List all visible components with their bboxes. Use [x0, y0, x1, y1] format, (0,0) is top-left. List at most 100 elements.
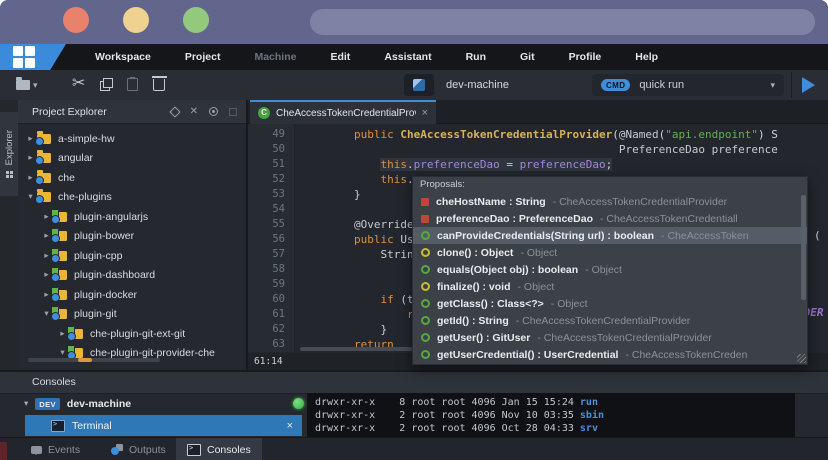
run-command-button[interactable] — [802, 77, 815, 93]
close-tab-icon[interactable]: × — [422, 108, 428, 119]
machine-selector-button[interactable] — [404, 74, 434, 96]
tree-item-plugin-git[interactable]: ▾plugin-git — [18, 305, 246, 325]
proposal-equals[interactable]: equals(Object obj) : boolean- Object — [413, 261, 807, 278]
tree-item-plugin-cpp[interactable]: ▸plugin-cpp — [18, 246, 246, 266]
proposal-context: - Object — [585, 264, 622, 276]
proposal-context: - CheAccessTokenCreden — [625, 349, 747, 361]
menu-run[interactable]: Run — [449, 51, 503, 63]
tab-outputs[interactable]: Outputs — [100, 438, 177, 460]
tree-item-che-plugin-git-ext-git[interactable]: ▸che-plugin-git-ext-git — [18, 324, 246, 344]
proposal-context: - Object — [518, 281, 555, 293]
cmd-badge: CMD — [601, 79, 630, 91]
line-number: 54 — [272, 202, 285, 217]
editor-tab-cheaccesstokencredentialprovider[interactable]: C CheAccessTokenCredentialProvider × — [250, 100, 436, 124]
go-into-icon[interactable] — [169, 106, 180, 117]
tree-item-label: che — [58, 172, 75, 184]
code-token — [301, 173, 380, 186]
menu-edit[interactable]: Edit — [313, 51, 367, 63]
tree-horizontal-scrollbar[interactable] — [28, 358, 160, 362]
menu-profile[interactable]: Profile — [552, 51, 619, 63]
project-badge-icon — [51, 215, 60, 224]
command-selector[interactable]: CMD quick run ▾ — [592, 74, 784, 96]
tree-item-angular[interactable]: ▸angular — [18, 149, 246, 169]
machine-tree-row[interactable]: ▾ DEV dev-machine — [18, 394, 131, 414]
terminal-output[interactable]: drwxr-xr-x 8 root root 4096 Jan 15 15:24… — [307, 393, 795, 438]
code-token: this — [380, 173, 407, 186]
proposal-getclass[interactable]: getClass() : Class<?>- Object — [413, 295, 807, 312]
project-badge-icon — [35, 195, 44, 204]
tree-item-plugin-angularjs[interactable]: ▸plugin-angularjs — [18, 207, 246, 227]
new-project-button[interactable]: ▾ — [12, 74, 56, 96]
method-icon — [421, 282, 430, 291]
code-token: @Override — [354, 218, 414, 231]
popup-scrollbar[interactable] — [801, 195, 806, 300]
refresh-icon[interactable] — [209, 107, 218, 116]
cut-icon[interactable]: ✂ — [72, 73, 85, 92]
chevron-down-icon[interactable]: ▾ — [770, 81, 775, 90]
module-folder-icon — [53, 290, 67, 300]
address-bar[interactable] — [310, 9, 815, 35]
proposal-context: - CheAccessTokenCredentiall — [600, 213, 738, 225]
tree-item-plugin-docker[interactable]: ▸plugin-docker — [18, 285, 246, 305]
close-terminal-icon[interactable]: × — [287, 420, 293, 432]
menu-git[interactable]: Git — [503, 51, 552, 63]
menu-machine[interactable]: Machine — [237, 51, 313, 63]
proposal-clone[interactable]: clone() : Object- Object — [413, 244, 807, 261]
explorer-vertical-tab[interactable]: Explorer — [0, 112, 18, 196]
minimize-panel-icon[interactable] — [229, 108, 237, 116]
proposal-label: finalize() : void — [437, 281, 511, 293]
che-logo-icon — [0, 44, 66, 70]
code-token: this — [380, 158, 407, 171]
chevron-down-icon[interactable]: ▾ — [24, 399, 28, 409]
line-number: 61 — [272, 307, 285, 322]
tree-item-plugin-bower[interactable]: ▸plugin-bower — [18, 227, 246, 247]
line-number-gutter: 495051525354555657585960616263 — [248, 124, 295, 352]
project-folder-icon — [37, 173, 51, 183]
proposal-canprovidecredentials[interactable]: canProvideCredentials(String url) : bool… — [413, 227, 807, 244]
delete-icon[interactable] — [153, 79, 165, 91]
popup-resize-grip[interactable] — [797, 354, 806, 363]
proposal-chehostname[interactable]: cheHostName : String- CheAccessTokenCred… — [413, 193, 807, 210]
line-number: 59 — [272, 277, 285, 292]
window-minimize-button[interactable] — [123, 7, 149, 33]
tree-item-label: plugin-dashboard — [74, 269, 155, 281]
tab-consoles[interactable]: Consoles — [176, 438, 262, 460]
window-close-button[interactable] — [63, 7, 89, 33]
terminal-tree-row-selected[interactable]: Terminal × — [25, 415, 302, 436]
tab-events[interactable]: Events — [20, 438, 91, 460]
method-icon — [421, 350, 430, 359]
menu-workspace[interactable]: Workspace — [78, 51, 168, 63]
proposal-context: - Object — [551, 298, 588, 310]
module-folder-icon — [53, 231, 67, 241]
line-number: 57 — [272, 247, 285, 262]
code-token: = — [500, 158, 520, 171]
menu-help[interactable]: Help — [618, 51, 675, 63]
collapse-all-icon[interactable]: ✕ — [190, 107, 198, 117]
machine-name[interactable]: dev-machine — [446, 74, 509, 96]
tree-item-label: che-plugins — [58, 191, 112, 203]
tree-item-plugin-dashboard[interactable]: ▸plugin-dashboard — [18, 266, 246, 286]
proposal-finalize[interactable]: finalize() : void - Object — [413, 278, 807, 295]
tree-item-che[interactable]: ▸che — [18, 168, 246, 188]
window-zoom-button[interactable] — [183, 7, 209, 33]
code-token: CheAccessTokenCredentialProvider — [400, 128, 612, 141]
tree-item-a-simple-hw[interactable]: ▸a-simple-hw — [18, 129, 246, 149]
accent-marker — [0, 442, 7, 460]
project-badge-icon — [51, 293, 60, 302]
tree-item-che-plugins[interactable]: ▾che-plugins — [18, 188, 246, 208]
proposal-preferencedao[interactable]: preferenceDao : PreferenceDao- CheAccess… — [413, 210, 807, 227]
proposal-getid[interactable]: getId() : String- CheAccessTokenCredenti… — [413, 312, 807, 329]
copy-icon[interactable] — [100, 78, 113, 91]
code-overflow-fragment-2: ( — [814, 229, 821, 242]
logo-grid-icon — [13, 46, 36, 68]
project-folder-icon — [37, 134, 51, 144]
outputs-icon — [111, 444, 123, 455]
proposal-getuser[interactable]: getUser() : GitUser- CheAccessTokenCrede… — [413, 329, 807, 346]
menu-project[interactable]: Project — [168, 51, 238, 63]
editor-tabbar: C CheAccessTokenCredentialProvider × — [248, 100, 828, 124]
menu-assistant[interactable]: Assistant — [367, 51, 448, 63]
project-badge-icon — [51, 234, 60, 243]
proposal-context: - CheAccessTokenCredentialProvider — [516, 315, 691, 327]
proposal-getusercredential[interactable]: getUserCredential() : UserCredential- Ch… — [413, 346, 807, 363]
che-ide-window: WorkspaceProjectMachineEditAssistantRunG… — [0, 0, 828, 460]
